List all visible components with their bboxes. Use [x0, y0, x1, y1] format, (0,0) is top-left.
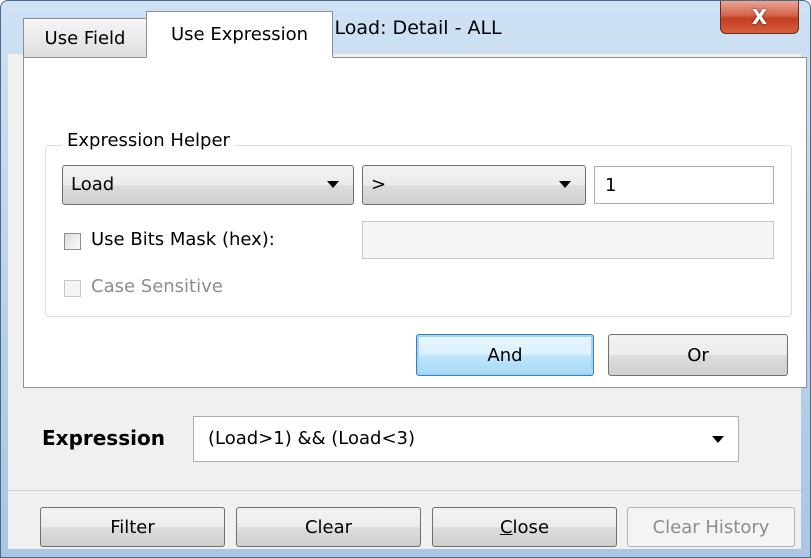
operator-dropdown[interactable]: > — [362, 165, 586, 205]
footer-separator — [8, 490, 801, 491]
bits-mask-input[interactable] — [362, 221, 774, 259]
close-icon: X — [751, 5, 768, 29]
close-button[interactable]: Close — [432, 507, 617, 547]
clear-history-button-label: Clear History — [652, 516, 770, 538]
expression-value: (Load>1) && (Load<3) — [208, 428, 416, 449]
case-sensitive-checkbox[interactable] — [64, 280, 81, 297]
chevron-down-icon — [712, 436, 724, 443]
operand-input[interactable]: 1 — [594, 166, 774, 204]
close-window-button[interactable]: X — [720, 1, 799, 34]
chevron-down-icon — [559, 181, 571, 188]
clear-history-button[interactable]: Clear History — [627, 507, 795, 547]
clear-button-label: Clear — [304, 516, 353, 538]
case-sensitive-label: Case Sensitive — [91, 276, 223, 297]
close-button-label-rest: lose — [512, 516, 550, 538]
close-button-mnemonic: C — [499, 516, 513, 538]
tab-use-expression-label: Use Expression — [170, 24, 309, 45]
field-dropdown-value: Load — [71, 174, 115, 195]
and-button-label: And — [487, 344, 523, 366]
or-button[interactable]: Or — [608, 334, 788, 376]
filter-button-label: Filter — [110, 516, 155, 538]
filter-button[interactable]: Filter — [40, 507, 225, 547]
tab-use-field[interactable]: Use Field — [23, 18, 147, 58]
and-button[interactable]: And — [416, 334, 594, 376]
close-button-label: Close — [500, 517, 549, 538]
expression-label: Expression — [42, 426, 165, 450]
tab-use-expression[interactable]: Use Expression — [146, 11, 333, 58]
tab-use-field-label: Use Field — [44, 28, 126, 49]
bits-mask-checkbox[interactable] — [64, 233, 81, 250]
field-dropdown[interactable]: Load — [62, 165, 354, 205]
operand-input-value: 1 — [605, 175, 617, 196]
bits-mask-label: Use Bits Mask (hex): — [91, 229, 275, 250]
expression-helper-label: Expression Helper — [62, 130, 235, 151]
expression-combobox[interactable]: (Load>1) && (Load<3) — [193, 416, 739, 462]
clear-button[interactable]: Clear — [236, 507, 421, 547]
chevron-down-icon — [327, 181, 339, 188]
or-button-label: Or — [687, 344, 709, 366]
operator-dropdown-value: > — [371, 174, 387, 195]
